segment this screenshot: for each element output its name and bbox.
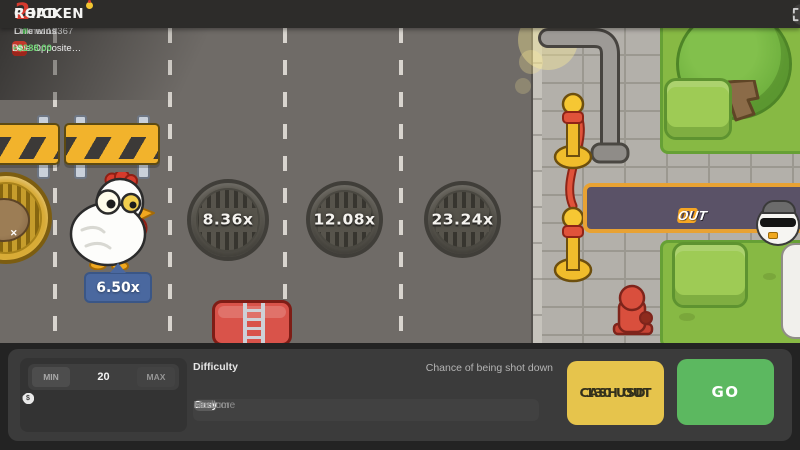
manhole-multiplier: 8.36x [187,179,269,261]
cash-out-button[interactable]: CASH OUT 130 USD [567,361,664,425]
difficulty-label: Difficulty [193,361,238,373]
player-chicken [68,172,156,270]
truck-ladder [243,303,265,343]
online-count: Online: 12367 [14,28,73,37]
lane-divider [283,28,287,343]
dollar-coin-icon: $ [23,393,34,404]
lane-divider [399,28,403,343]
shot-down-hint: Chance of being shot down [308,362,553,374]
go-button[interactable]: GO [677,359,774,425]
tab-hardcore[interactable]: Hardcore [194,400,235,411]
manhole-multiplier: 23.24x [424,181,501,258]
bet-box: MIN 20 MAX 0.5$ 1$ 2$ 7$ [20,358,187,432]
top-bar: CHICKEN2ROAD i How to play? 999 940.01 $ [0,0,800,28]
multiplier-label: 23.24x [418,210,507,228]
bet-max-button[interactable]: MAX [137,367,175,387]
multiplier-label: 8.36x [181,210,275,228]
menu-icon[interactable] [792,8,800,20]
win-amount: +$288.00 [12,43,52,54]
golden-manhole-dead-chicken: ✕ [0,172,52,264]
game-scene: iNOUT iNOUT ✕ 8.36x [0,28,800,343]
sunglasses-chicken-mascot [756,200,800,246]
difficulty-tabs: Easy Medium Hard Hardcore [193,399,539,421]
manhole-multiplier: 12.08x [306,181,383,258]
bet-amount-row: MIN 20 MAX [28,364,179,390]
control-panel: MIN 20 MAX 0.5$ 1$ 2$ 7$ Difficulty C [8,349,792,441]
current-multiplier-badge: 6.50x [84,272,152,303]
multiplier-label: 12.08x [300,210,389,228]
chicken-road-game-window: iNOUT iNOUT ✕ 8.36x [0,0,800,450]
quick-bet-row: 0.5$ 1$ 2$ 7$ [28,398,179,422]
live-wins-shade [0,28,250,100]
bet-min-button[interactable]: MIN [32,367,70,387]
logo-chick-icon [86,2,93,9]
bet-amount-value[interactable]: 20 [70,364,137,390]
fire-truck [212,300,292,343]
